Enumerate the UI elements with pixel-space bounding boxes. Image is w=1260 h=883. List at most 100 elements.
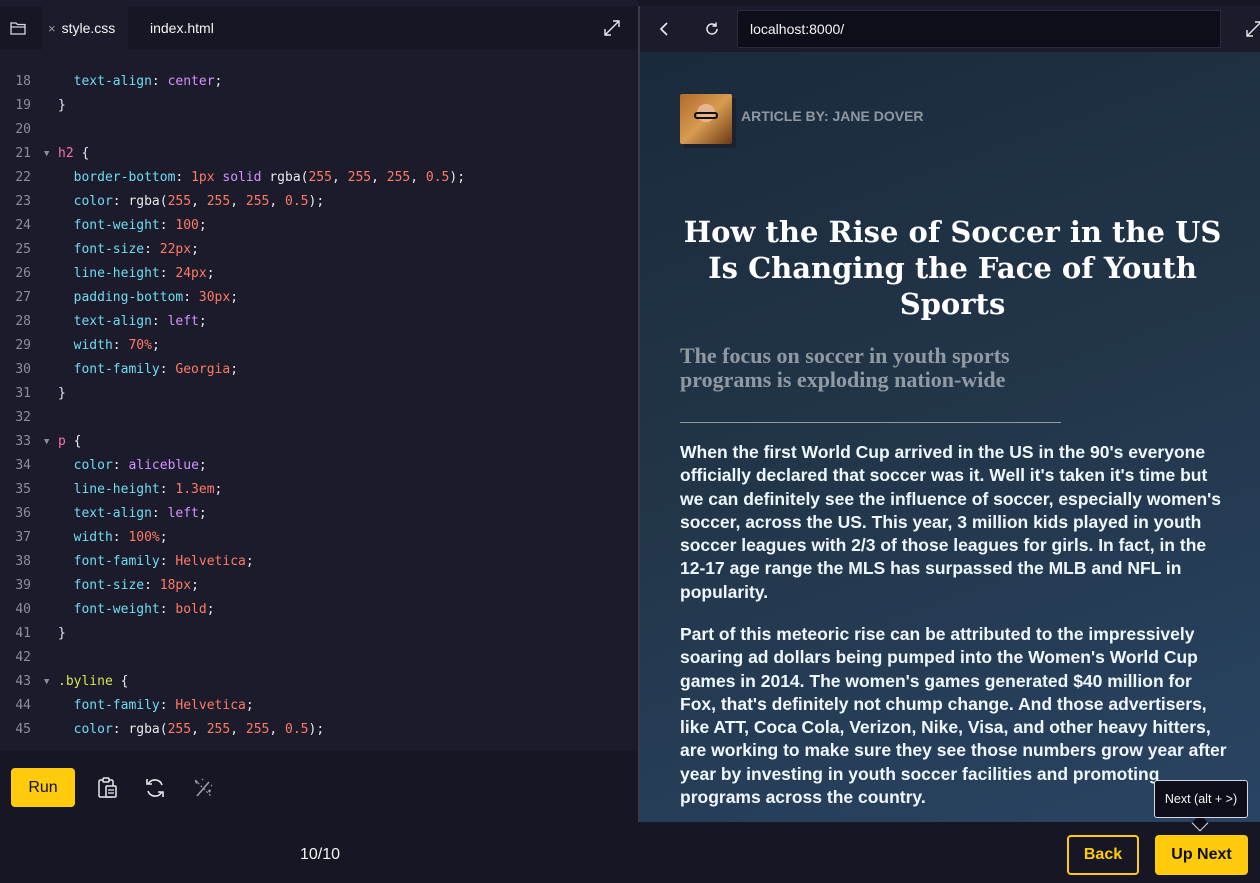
url-field[interactable]: localhost:8000/ [737,10,1221,48]
code-token: 255 [245,722,270,737]
code-line[interactable]: 41} [0,622,638,646]
code-token: 0.5 [285,722,309,737]
code-line[interactable]: 30 font-family: Georgia; [0,358,638,382]
code-text: h2 { [58,142,89,166]
rendered-page[interactable]: ARTICLE BY: JANE DOVER How the Rise of S… [640,52,1260,822]
code-line[interactable]: 28 text-align: left; [0,310,638,334]
code-line[interactable]: 43 ▼ .byline { [0,670,638,694]
code-token: : [159,698,176,713]
code-line[interactable]: 21 ▼ h2 { [0,142,638,166]
refresh-icon[interactable] [141,774,169,802]
code-token: padding-bottom [58,290,184,305]
fold-toggle-icon[interactable]: ▼ [44,670,49,694]
code-text: } [58,622,66,646]
line-number: 19 [15,98,31,113]
code-token: ; [191,242,199,257]
code-line[interactable]: 39 font-size: 18px; [0,574,638,598]
code-line[interactable]: 18 text-align: center; [0,70,638,94]
expand-icon[interactable] [1244,19,1260,39]
code-line[interactable]: 20 [0,118,638,142]
code-editor-pane: × style.css index.html 18 text-align: ce… [0,0,638,822]
fold-toggle-icon[interactable]: ▼ [44,430,49,454]
tab-index-html[interactable]: index.html [150,6,214,50]
code-text: padding-bottom: 30px; [58,286,238,310]
code-token: , [230,722,246,737]
code-token: center [167,74,215,89]
code-token: { [112,674,129,689]
code-text: width: 70%; [58,334,160,358]
reload-icon[interactable] [702,19,722,39]
run-button[interactable]: Run [11,768,75,807]
code-token: : rgba( [112,722,168,737]
expand-icon[interactable] [602,18,622,38]
code-line[interactable]: 29 width: 70%; [0,334,638,358]
code-token: bold [175,602,207,617]
code-token: 255 [167,722,192,737]
code-token: : [159,602,176,617]
code-line[interactable]: 32 [0,406,638,430]
code-text: font-size: 22px; [58,238,199,262]
code-area[interactable]: 18 text-align: center; 19} 20 21 ▼ h2 {22 bor… [0,70,638,750]
code-line[interactable]: 40 font-weight: bold; [0,598,638,622]
code-token: 22px [159,242,192,257]
close-icon[interactable]: × [48,21,56,36]
article-byline: ARTICLE BY: JANE DOVER [741,108,924,124]
code-line[interactable]: 37 width: 100%; [0,526,638,550]
code-line[interactable]: 36 text-align: left; [0,502,638,526]
code-token: ); [308,722,325,737]
clipboard-icon[interactable] [93,774,121,802]
code-token: h2 [58,146,74,161]
code-line[interactable]: 23 color: rgba(255, 255, 255, 0.5); [0,190,638,214]
code-line[interactable]: 35 line-height: 1.3em; [0,478,638,502]
code-token: 100 [175,218,199,233]
line-number: 43 [15,674,31,689]
line-number: 36 [15,506,31,521]
code-token: font-weight [58,218,160,233]
code-token: 1.3em [175,482,215,497]
code-token: , [331,170,348,185]
code-token: solid [222,170,262,185]
app-root: × style.css index.html 18 text-align: ce… [0,0,1260,883]
code-line[interactable]: 45 color: rgba(255, 255, 255, 0.5); [0,718,638,742]
code-line[interactable]: 42 [0,646,638,670]
article-headline: How the Rise of Soccer in the US Is Chan… [683,215,1222,321]
article-subhead: The focus on soccer in youth sports prog… [680,344,1061,423]
tab-style-css[interactable]: × style.css [42,6,128,50]
code-token: p [58,434,66,449]
code-line[interactable]: 19} [0,94,638,118]
line-number: 27 [15,290,31,305]
article-paragraph: When the first World Cup arrived in the … [680,442,1222,602]
up-next-button[interactable]: Up Next [1155,835,1248,875]
code-line[interactable]: 27 padding-bottom: 30px; [0,286,638,310]
code-token: 18px [159,578,192,593]
code-token: : [144,242,160,257]
code-line[interactable]: 24 font-weight: 100; [0,214,638,238]
code-line[interactable]: 34 color: aliceblue; [0,454,638,478]
code-line[interactable]: 31} [0,382,638,406]
code-token: Georgia [175,362,231,377]
line-number: 18 [15,74,31,89]
back-arrow-icon[interactable] [654,19,674,39]
back-button[interactable]: Back [1067,835,1139,875]
code-text: } [58,94,66,118]
code-token: : [159,218,176,233]
code-line[interactable]: 22 border-bottom: 1px solid rgba(255, 25… [0,166,638,190]
code-token: ; [214,482,223,497]
code-token: text-align [58,506,152,521]
magic-wand-icon[interactable] [189,774,217,802]
folder-icon[interactable] [0,6,36,50]
code-token: 1px [191,170,215,185]
code-line[interactable]: 38 font-family: Helvetica; [0,550,638,574]
fold-toggle-icon[interactable]: ▼ [44,142,49,166]
code-line[interactable]: 26 line-height: 24px; [0,262,638,286]
code-line[interactable]: 44 font-family: Helvetica; [0,694,638,718]
code-token: line-height [58,266,160,281]
code-line[interactable]: 25 font-size: 22px; [0,238,638,262]
code-line[interactable]: 33 ▼ p { [0,430,638,454]
line-number: 28 [15,314,31,329]
code-token: ; [198,458,207,473]
code-token: 24px [175,266,207,281]
code-token: font-weight [58,602,160,617]
code-token: : [159,554,176,569]
code-token: Helvetica [175,554,246,569]
